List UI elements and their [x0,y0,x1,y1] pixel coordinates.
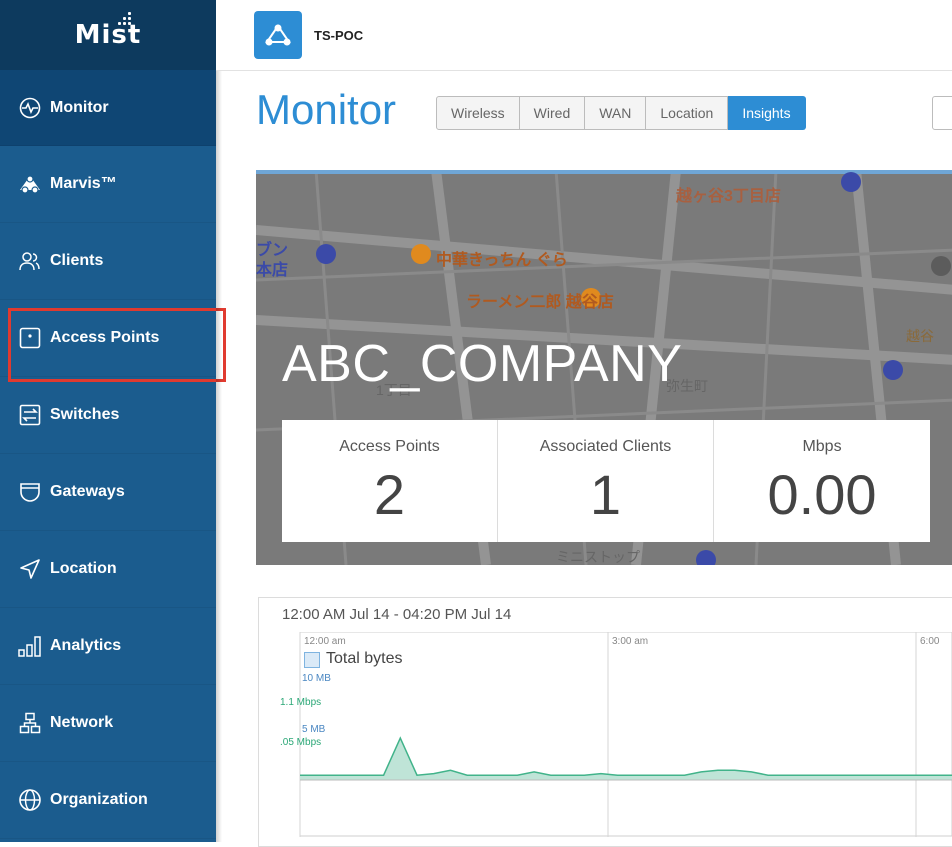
gateway-icon [18,480,42,504]
stat-label: Access Points [339,438,440,455]
sidebar-item-label: Gateways [50,483,125,500]
organization-icon [18,788,42,812]
site-icon[interactable] [254,11,302,59]
scope-selector[interactable] [932,96,952,130]
tab-wan[interactable]: WAN [585,96,647,130]
map-label: 越谷 [906,328,934,344]
sidebar-item-label: Clients [50,252,104,269]
sidebar-item-label: Location [50,560,117,577]
analytics-icon [18,634,42,658]
tab-location[interactable]: Location [646,96,729,130]
y-tick-label: 5 MB [302,724,326,735]
top-bar: TS-POC [216,0,952,71]
map-label: 越ヶ谷3丁目店 [676,188,781,205]
sidebar-item-access-points[interactable]: Access Points [0,300,216,377]
marvis-icon [18,172,42,196]
monitor-tabs: Wireless Wired WAN Location Insights [436,96,806,130]
rate-tick-label: .05 Mbps [280,737,322,748]
stat-associated-clients[interactable]: Associated Clients 1 [498,420,714,542]
sidebar-item-label: Marvis™ [50,175,117,192]
legend-total-bytes[interactable]: Total bytes [326,650,402,668]
tab-insights[interactable]: Insights [728,96,806,130]
x-tick-label: 6:00 [920,636,940,647]
sidebar-item-network[interactable]: Network [0,685,216,762]
monitor-icon [18,96,42,120]
sidebar-item-label: Organization [50,791,148,808]
switch-icon [18,403,42,427]
brand-dots-icon [118,12,131,25]
clients-icon [18,249,42,273]
sidebar-item-location[interactable]: Location [0,531,216,608]
sidebar-item-organization[interactable]: Organization [0,762,216,839]
rate-tick-label: 1.1 Mbps [280,697,322,708]
map-label: 本店 [256,262,289,279]
map-label: 中華きっちん ぐら [436,252,568,269]
access-point-icon [18,326,42,350]
location-icon [18,557,42,581]
sidebar-item-switches[interactable]: Switches [0,377,216,454]
stat-label: Associated Clients [539,438,672,455]
network-icon [18,711,42,735]
brand-name: Mist [74,20,142,50]
stat-value: 2 [373,463,406,526]
stat-value: 1 [589,463,622,526]
site-stats: Access Points 2 Associated Clients 1 Mbp… [282,420,930,542]
sidebar-item-gateways[interactable]: Gateways [0,454,216,531]
stat-access-points[interactable]: Access Points 2 [282,420,498,542]
stat-label: Mbps [802,438,842,455]
stat-mbps[interactable]: Mbps 0.00 [714,420,930,542]
sidebar-nav: Monitor Marvis™ Clients Access Points Sw… [0,70,216,839]
x-tick-label: 12:00 am [304,636,346,647]
sidebar-item-monitor[interactable]: Monitor [0,70,216,146]
sidebar-item-analytics[interactable]: Analytics [0,608,216,685]
x-tick-label: 3:00 am [612,636,648,647]
sidebar-shadow [216,0,222,842]
sidebar-item-clients[interactable]: Clients [0,223,216,300]
sidebar-item-label: Access Points [50,329,160,346]
sidebar-item-label: Switches [50,406,120,423]
page-title: Monitor [256,86,397,133]
legend-swatch[interactable] [304,652,320,668]
sidebar-item-label: Analytics [50,637,122,654]
y-tick-label: 10 MB [302,673,331,684]
company-name: ABC_COMPANY [282,335,683,393]
stat-value: 0.00 [767,463,877,526]
sidebar-item-marvis[interactable]: Marvis™ [0,146,216,223]
sidebar-item-label: Network [50,714,114,731]
site-name[interactable]: TS-POC [314,28,363,43]
map-label: ラーメン二郎 越谷店 [466,294,614,311]
tab-wired[interactable]: Wired [519,96,586,130]
map-label: ミニストップ [556,549,640,565]
brand-logo[interactable]: Mist [0,0,216,70]
sidebar: Mist Monitor Marvis™ Clients Access Poin… [0,0,216,842]
sidebar-item-label: Monitor [50,98,109,116]
chart-time-range[interactable]: 12:00 AM Jul 14 - 04:20 PM Jul 14 [282,606,511,623]
tab-wireless[interactable]: Wireless [436,96,520,130]
